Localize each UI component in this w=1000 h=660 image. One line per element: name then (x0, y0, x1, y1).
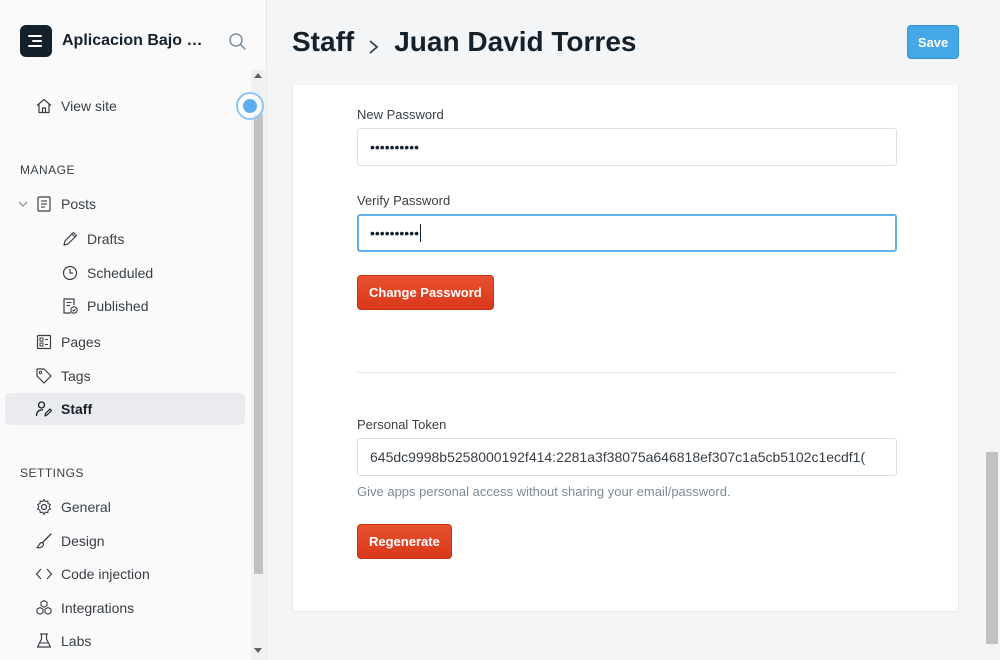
sidebar-item-label: View site (61, 98, 117, 114)
new-password-value: •••••••••• (370, 139, 420, 155)
sidebar-item-label: Design (61, 533, 105, 549)
sidebar-item-view-site[interactable]: View site (5, 90, 245, 122)
sidebar-item-label: Staff (61, 401, 93, 417)
chevron-right-icon (368, 32, 380, 54)
staff-icon (35, 400, 53, 418)
sidebar-item-label: Code injection (61, 566, 150, 582)
gear-icon (35, 498, 53, 516)
page-title: Staff Juan David Torres (292, 22, 636, 62)
integrations-icon (35, 599, 53, 617)
verify-password-value: •••••••••• (370, 225, 420, 241)
pencil-icon (61, 230, 79, 248)
flask-icon (35, 632, 53, 650)
chevron-down-icon[interactable] (16, 195, 30, 213)
tag-icon (35, 367, 53, 385)
sidebar-item-label: Labs (61, 633, 92, 649)
brush-icon (35, 532, 53, 550)
sidebar-item-scheduled[interactable]: Scheduled (5, 257, 245, 289)
personal-token-label: Personal Token (357, 417, 447, 432)
sidebar-item-design[interactable]: Design (5, 525, 245, 557)
change-password-button[interactable]: Change Password (357, 275, 494, 310)
verify-password-label: Verify Password (357, 193, 451, 208)
sidebar-item-pages[interactable]: Pages (5, 326, 245, 358)
password-token-card: New Password •••••••••• Verify Password … (292, 85, 959, 612)
sidebar-scrollbar[interactable] (251, 70, 265, 660)
sidebar-item-label: Published (87, 298, 149, 314)
sidebar-item-staff[interactable]: Staff (5, 393, 245, 425)
pages-icon (35, 333, 53, 351)
code-icon (35, 565, 53, 583)
breadcrumb-user-name: Juan David Torres (394, 26, 637, 57)
verify-password-field[interactable]: •••••••••• (357, 214, 897, 252)
sidebar-item-tags[interactable]: Tags (5, 360, 245, 392)
sidebar-scrollbar-thumb[interactable] (254, 114, 263, 574)
app-logo-icon (20, 25, 52, 57)
search-icon[interactable] (228, 32, 248, 52)
sidebar-item-label: Drafts (87, 231, 125, 247)
text-caret (420, 224, 422, 242)
main-scrollbar-thumb[interactable] (986, 452, 998, 644)
sidebar-nav: View site MANAGE Posts Drafts Scheduled (0, 70, 250, 660)
published-icon (61, 297, 79, 315)
sidebar-item-drafts[interactable]: Drafts (5, 223, 245, 255)
sidebar: Aplicacion Bajo Pr... View site MANAGE P… (0, 0, 267, 660)
sidebar-item-label: Tags (61, 368, 91, 384)
sidebar-item-label: Integrations (61, 600, 135, 616)
sidebar-item-label: Posts (61, 196, 97, 212)
sidebar-item-label: General (61, 499, 111, 515)
manage-heading: MANAGE (20, 163, 76, 177)
settings-heading: SETTINGS (20, 466, 85, 480)
clock-icon (61, 264, 79, 282)
regenerate-button[interactable]: Regenerate (357, 524, 452, 559)
sidebar-item-published[interactable]: Published (5, 290, 245, 322)
sidebar-item-code-injection[interactable]: Code injection (5, 558, 245, 590)
scroll-down-arrow-icon[interactable] (254, 648, 262, 653)
sidebar-item-labs[interactable]: Labs (5, 625, 245, 657)
new-password-field[interactable]: •••••••••• (357, 128, 897, 166)
sidebar-item-general[interactable]: General (5, 491, 245, 523)
cursor-indicator (236, 92, 264, 120)
sidebar-item-label: Scheduled (87, 265, 154, 281)
personal-token-value: 645dc9998b5258000192f414:2281a3f38075a64… (370, 449, 866, 465)
divider (357, 372, 897, 373)
sidebar-item-integrations[interactable]: Integrations (5, 592, 245, 624)
brand[interactable]: Aplicacion Bajo Pr... (20, 25, 212, 57)
scroll-up-arrow-icon[interactable] (254, 73, 262, 78)
posts-icon (35, 195, 53, 213)
sidebar-item-label: Pages (61, 334, 101, 350)
home-icon (35, 97, 53, 115)
new-password-label: New Password (357, 107, 444, 122)
app-title: Aplicacion Bajo Pr... (62, 32, 212, 49)
sidebar-item-posts[interactable]: Posts (5, 188, 245, 220)
save-button[interactable]: Save (907, 25, 959, 59)
breadcrumb-staff[interactable]: Staff (292, 26, 354, 58)
personal-token-field[interactable]: 645dc9998b5258000192f414:2281a3f38075a64… (357, 438, 897, 476)
main-scrollbar[interactable] (984, 0, 1000, 660)
token-help-text: Give apps personal access without sharin… (357, 484, 731, 499)
